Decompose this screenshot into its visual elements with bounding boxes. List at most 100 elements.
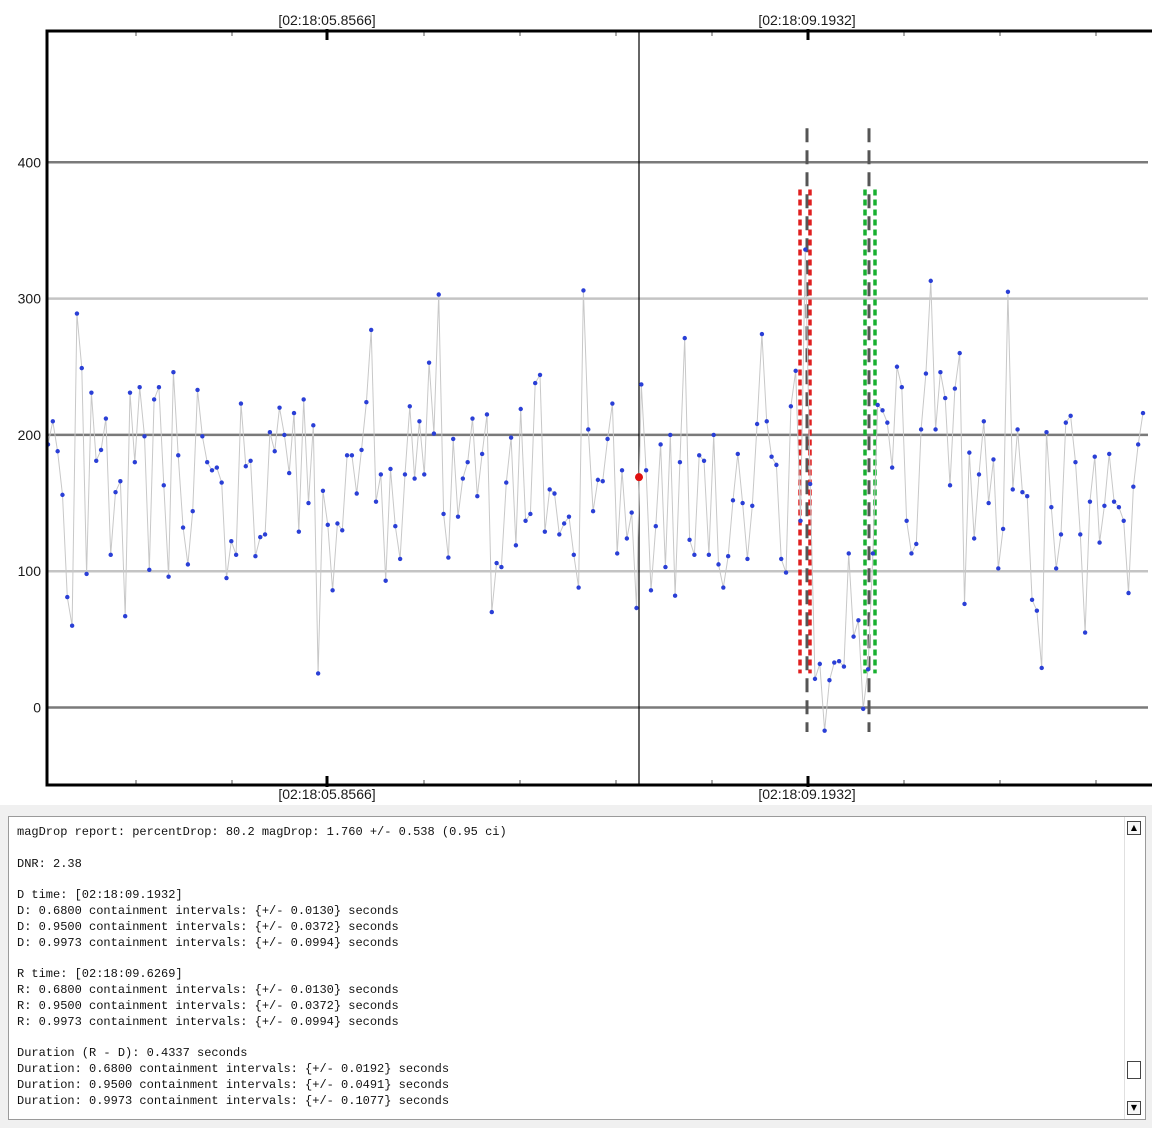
plot-frame (45, 29, 1152, 787)
data-point (60, 492, 65, 498)
data-point (393, 524, 398, 529)
data-point (489, 609, 494, 615)
data-point (889, 465, 895, 470)
data-point (373, 499, 379, 504)
data-point (306, 500, 311, 506)
data-point (335, 521, 340, 526)
data-point (566, 514, 572, 519)
data-point (484, 412, 490, 417)
data-point (1131, 484, 1136, 489)
data-point (697, 453, 702, 458)
data-point (378, 472, 384, 477)
data-point (142, 434, 147, 439)
data-point (615, 551, 620, 556)
data-point (325, 522, 330, 528)
light-curve-svg[interactable]: 0 100 200 300 400 [02:18:05.8566] [02:18:05.85… (0, 0, 1152, 805)
data-point (1126, 590, 1131, 596)
data-point (721, 585, 726, 590)
data-point (94, 458, 99, 463)
scroll-down-button[interactable]: ▼ (1127, 1101, 1141, 1115)
data-point (122, 613, 128, 619)
data-point (267, 429, 273, 435)
data-point (499, 564, 504, 570)
data-point (412, 476, 417, 481)
data-point (55, 449, 60, 454)
scroll-up-button[interactable]: ▲ (1127, 821, 1141, 835)
data-point (286, 470, 292, 476)
data-point (450, 436, 456, 442)
data-point (735, 451, 741, 457)
data-point (1020, 489, 1025, 495)
data-point (513, 543, 519, 548)
data-point (277, 405, 282, 410)
bottom-time-label: [02:18:05.8566] (278, 786, 375, 802)
report-scrollbar[interactable]: ▲ ▼ (1124, 817, 1145, 1119)
data-point (166, 574, 171, 579)
data-point (610, 401, 615, 406)
data-point (1010, 487, 1015, 492)
data-point (359, 447, 364, 453)
data-point (311, 423, 316, 428)
data-point (788, 404, 794, 409)
top-time-label: [02:18:09.1932] (758, 12, 855, 28)
data-point (479, 451, 485, 457)
data-point (340, 528, 345, 533)
data-point (1068, 413, 1073, 419)
data-point (600, 479, 605, 484)
data-point (1107, 451, 1112, 457)
data-point (745, 556, 750, 562)
data-point (663, 564, 668, 570)
data-point (1029, 597, 1035, 603)
data-point (1039, 665, 1044, 671)
data-point (1063, 420, 1069, 425)
data-point (69, 623, 75, 628)
data-point (967, 450, 972, 455)
data-point (528, 511, 533, 517)
light-curve-plot[interactable]: 0 100 200 300 400 [02:18:05.8566] [02:18:05.85… (0, 0, 1152, 805)
data-point (238, 401, 244, 406)
data-point (648, 588, 654, 593)
data-point (84, 571, 89, 577)
data-point (571, 552, 576, 558)
data-point (1111, 499, 1117, 504)
data-point (161, 483, 166, 488)
data-point (668, 432, 673, 438)
data-point (494, 560, 499, 566)
data-point (807, 481, 813, 487)
data-point (156, 384, 162, 390)
magdrop-report-panel[interactable]: magDrop report: percentDrop: 80.2 magDro… (8, 816, 1146, 1120)
data-point (151, 397, 157, 402)
data-point (740, 500, 745, 506)
data-point (436, 292, 441, 297)
data-point (504, 480, 509, 485)
data-point (446, 555, 451, 560)
data-point (759, 331, 765, 337)
data-point (89, 390, 94, 395)
data-point (204, 459, 210, 465)
scroll-thumb[interactable] (1127, 1061, 1141, 1079)
data-point (426, 360, 432, 365)
data-point (711, 432, 716, 438)
data-point (1116, 504, 1122, 510)
data-point (658, 442, 663, 447)
magdrop-report-text[interactable]: magDrop report: percentDrop: 80.2 magDro… (17, 825, 1117, 1109)
data-point (827, 678, 832, 683)
data-point (523, 518, 528, 523)
data-point (706, 552, 712, 558)
data-point (214, 465, 220, 470)
data-point (1049, 504, 1054, 510)
data-point (113, 489, 118, 495)
data-point (465, 459, 470, 465)
data-point (368, 327, 374, 333)
data-point (1000, 526, 1006, 532)
data-point (1140, 410, 1146, 416)
data-point (692, 552, 697, 558)
data-point (1005, 289, 1011, 294)
data-point (282, 432, 287, 438)
data-point (639, 382, 644, 387)
data-point (108, 552, 113, 558)
data-point (118, 479, 123, 484)
data-point (909, 551, 914, 556)
data-point (581, 288, 586, 293)
data-point (79, 365, 84, 371)
